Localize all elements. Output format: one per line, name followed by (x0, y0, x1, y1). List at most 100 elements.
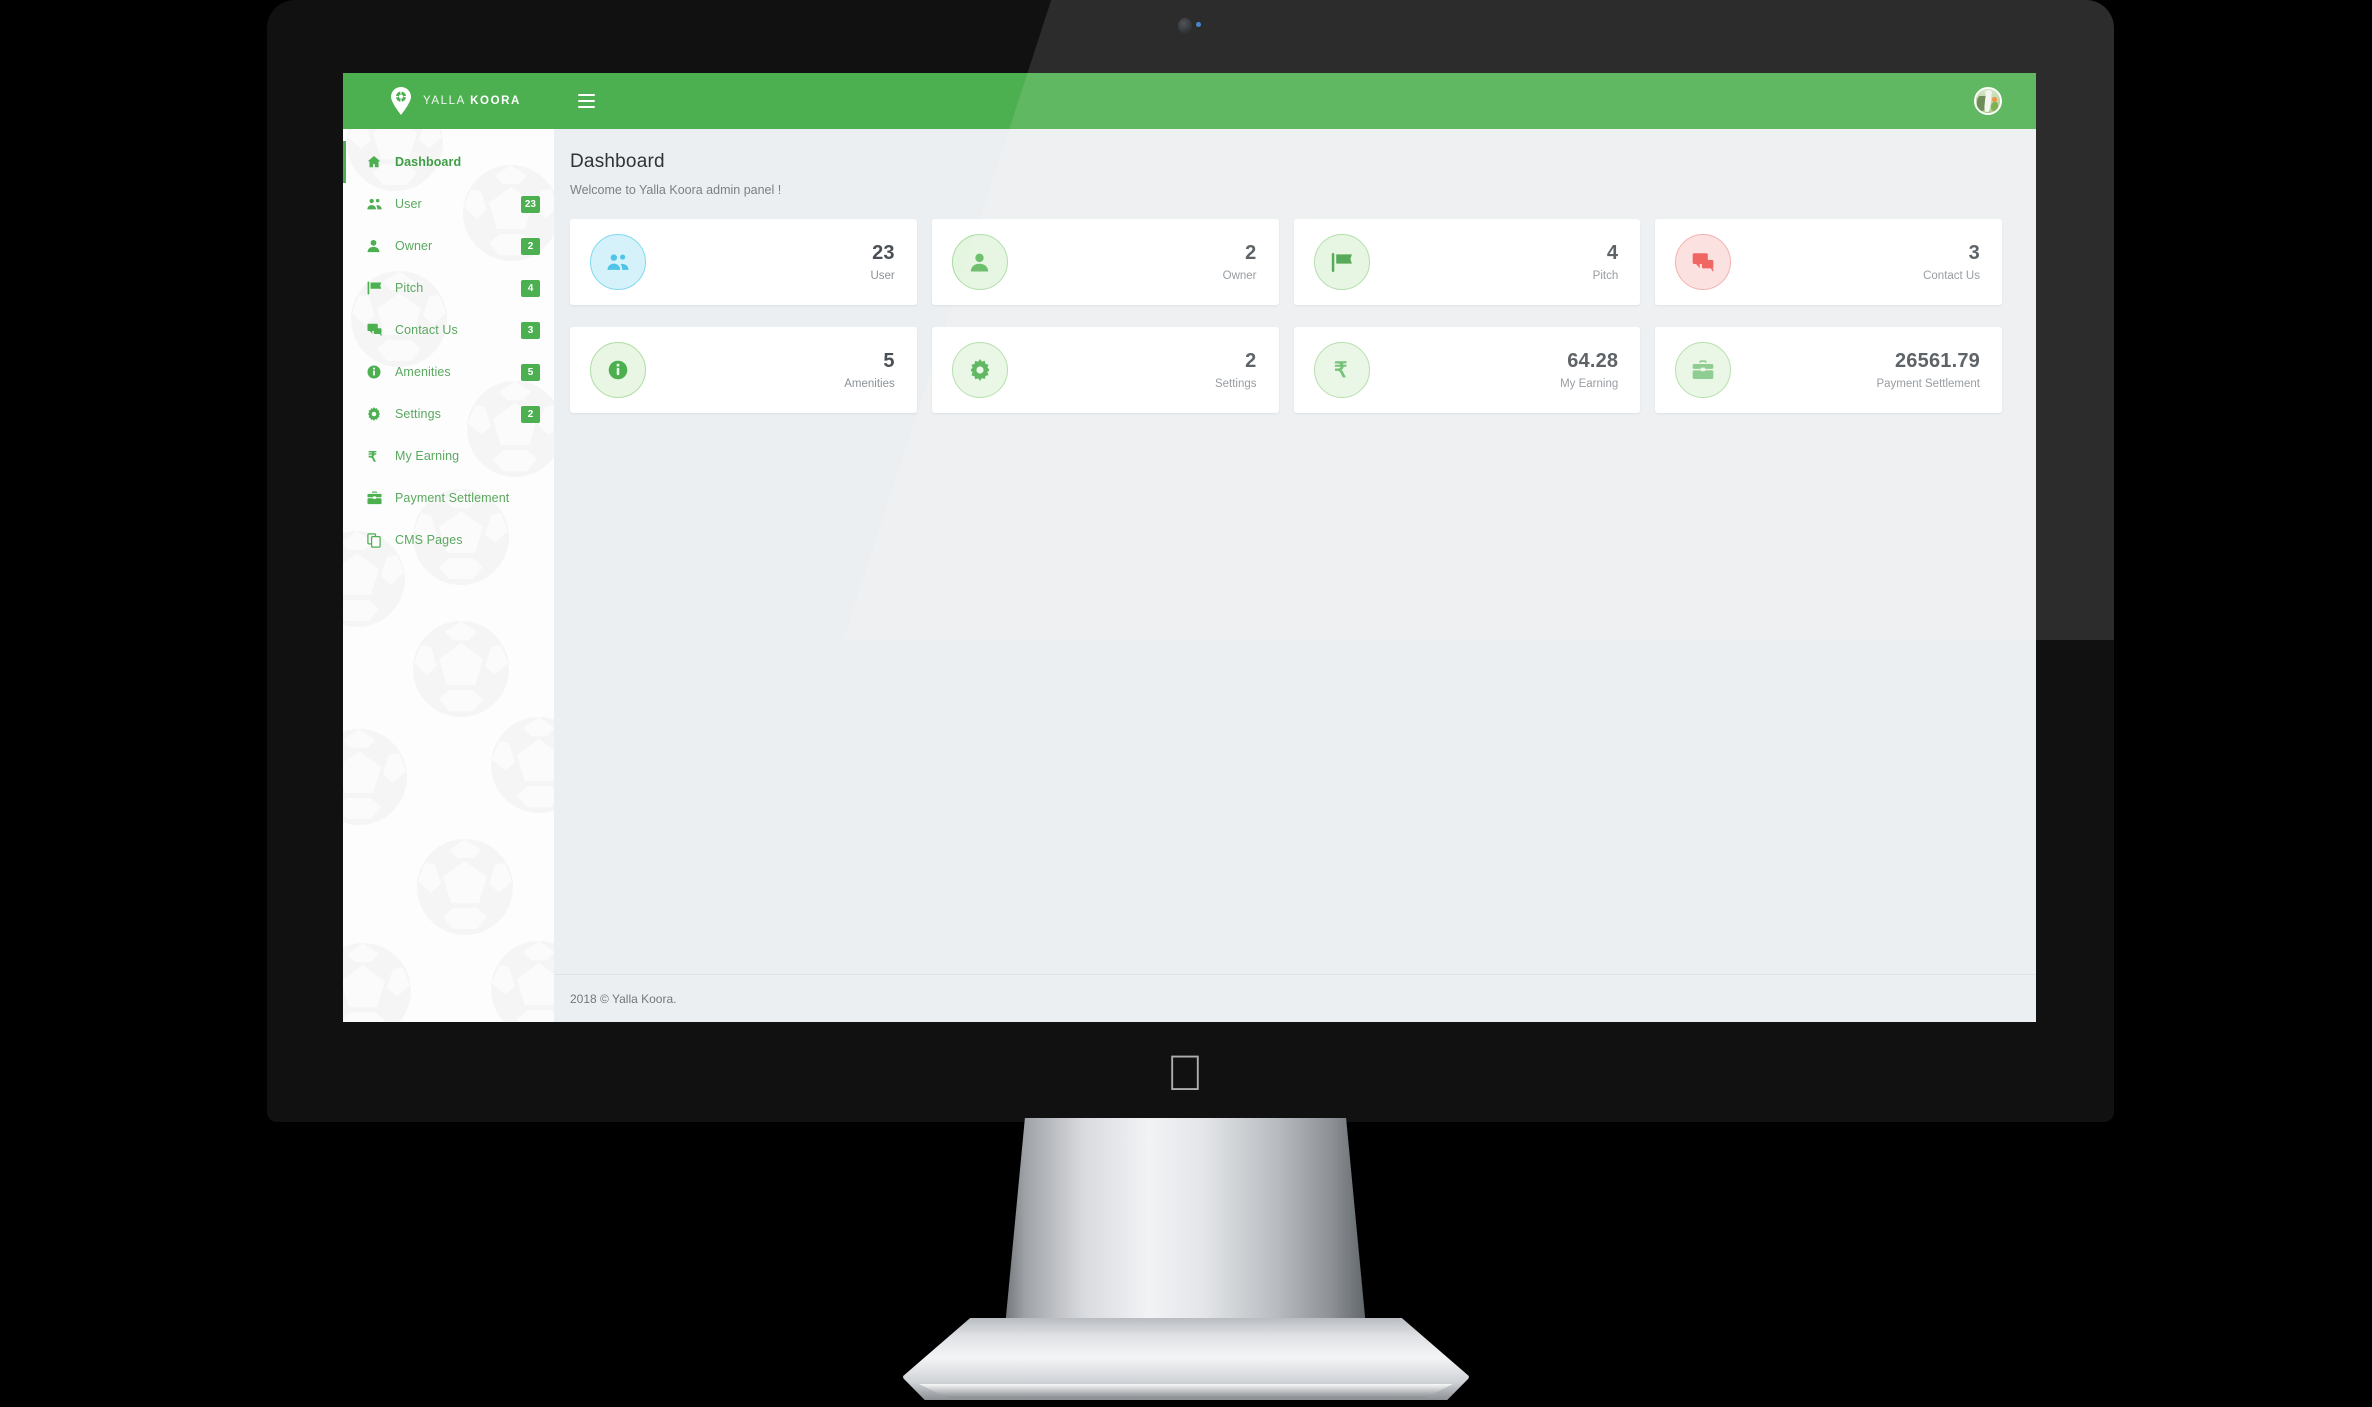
pages-icon (367, 532, 389, 548)
stat-card-contact-us[interactable]: 3 Contact Us (1655, 219, 2002, 305)
main-content: Dashboard Welcome to Yalla Koora admin p… (554, 129, 2036, 1022)
card-icon-circle (590, 342, 646, 398)
sidebar-item-label: Pitch (395, 281, 424, 295)
page-title: Dashboard (570, 151, 665, 172)
card-value: 23 (872, 242, 895, 264)
stat-cards-row-2: 5 Amenities 2 Settings ₹ 64.28 My Earnin… (570, 327, 2002, 413)
card-label: Amenities (844, 378, 895, 390)
card-label: Owner (1222, 270, 1257, 282)
avatar-head (1984, 89, 1992, 97)
card-label: Contact Us (1923, 270, 1980, 282)
sidebar-item-label: My Earning (395, 449, 460, 463)
stat-card-user[interactable]: 23 User (570, 219, 917, 305)
monitor-stand-neck (1003, 1118, 1368, 1348)
body-wrapper: Dashboard User 23 Owner 2 Pitch 4 Contac… (343, 129, 2036, 1022)
chat-icon (1692, 252, 1714, 273)
card-text: 26561.79 Payment Settlement (1731, 350, 1980, 390)
stat-card-amenities[interactable]: 5 Amenities (570, 327, 917, 413)
screenshot-scene: YALLA KOORA Dashboard User 23 Owner 2 Pi… (0, 0, 2372, 1407)
stat-card-settings[interactable]: 2 Settings (931, 327, 1279, 413)
card-value: 26561.79 (1894, 350, 1980, 372)
sidebar-badge: 2 (521, 405, 540, 423)
rupee-icon: ₹ (1332, 358, 1352, 382)
chat-icon (367, 323, 389, 337)
card-icon-circle (951, 342, 1008, 398)
sidebar-item-settings[interactable]: Settings 2 (343, 393, 554, 435)
card-text: 5 Amenities (646, 350, 895, 390)
briefcase-icon (1692, 360, 1714, 380)
sidebar-badge: 5 (521, 363, 540, 381)
webcam-icon (1178, 18, 1192, 34)
hamburger-bar (578, 106, 595, 108)
sidebar-item-dashboard[interactable]: Dashboard (343, 141, 554, 183)
rupee-icon: ₹ (367, 449, 389, 464)
brand-name: YALLA KOORA (423, 95, 521, 107)
sidebar-item-user[interactable]: User 23 (343, 183, 554, 225)
card-icon-circle (1313, 234, 1370, 290)
sidebar-badge: 4 (521, 279, 540, 297)
footer-copyright: 2018 © Yalla Koora. (570, 991, 677, 1006)
stat-card-owner[interactable]: 2 Owner (931, 219, 1279, 305)
hamburger-icon[interactable] (578, 88, 604, 114)
sidebar-badge: 2 (521, 237, 540, 255)
footer: 2018 © Yalla Koora. (554, 974, 2036, 1022)
svg-text:₹: ₹ (1334, 359, 1347, 382)
main-inner: Dashboard Welcome to Yalla Koora admin p… (554, 129, 2036, 974)
topbar: YALLA KOORA (343, 73, 2036, 129)
card-label: Pitch (1592, 270, 1619, 282)
avatar[interactable] (1974, 87, 2002, 115)
card-text: 2 Settings (1008, 350, 1257, 390)
stat-card-pitch[interactable]: 4 Pitch (1293, 219, 1641, 305)
sidebar-item-contact-us[interactable]: Contact Us 3 (343, 309, 554, 351)
brand-logo[interactable]: YALLA KOORA (343, 73, 554, 129)
hamburger-bar (578, 100, 595, 102)
sidebar-item-my-earning[interactable]: ₹ My Earning (343, 435, 554, 477)
webcam-led-icon (1196, 22, 1201, 27)
sidebar-item-payment-settlement[interactable]: Payment Settlement (343, 477, 554, 519)
sidebar-item-label: Amenities (395, 365, 451, 379)
info-icon (367, 365, 389, 379)
users-icon (367, 197, 389, 211)
sidebar-item-pitch[interactable]: Pitch 4 (343, 267, 554, 309)
person-icon (970, 253, 989, 272)
stat-card-payment-settlement[interactable]: 26561.79 Payment Settlement (1655, 327, 2002, 413)
card-text: 23 User (646, 242, 895, 282)
stat-cards-row-1: 23 User 2 Owner 4 Pitch 3 Contact Us (570, 219, 2002, 305)
sidebar-item-owner[interactable]: Owner 2 (343, 225, 554, 267)
home-icon (367, 155, 389, 169)
avatar-bush (1990, 102, 1999, 111)
info-icon (608, 360, 628, 380)
svg-text:₹: ₹ (368, 449, 377, 464)
sidebar-item-label: Contact Us (395, 323, 458, 337)
brand-name-light: YALLA (423, 95, 466, 107)
sidebar: Dashboard User 23 Owner 2 Pitch 4 Contac… (343, 129, 554, 1022)
card-text: 4 Pitch (1370, 242, 1619, 282)
sidebar-item-label: Settings (395, 407, 441, 421)
card-label: Settings (1214, 378, 1257, 390)
card-value: 5 (883, 350, 895, 372)
card-icon-circle: ₹ (1313, 342, 1370, 398)
monitor-stand-foot-edge (919, 1384, 1453, 1398)
briefcase-icon (367, 491, 389, 505)
card-value: 64.28 (1567, 350, 1619, 372)
card-label: User (870, 270, 895, 282)
sidebar-item-label: User (395, 197, 422, 211)
hamburger-bar (578, 94, 595, 96)
card-label: Payment Settlement (1876, 378, 1980, 390)
apple-logo-icon:  (1163, 1048, 1207, 1100)
sidebar-item-label: Dashboard (395, 155, 462, 169)
card-text: 3 Contact Us (1731, 242, 1980, 282)
gear-icon (969, 359, 991, 381)
sidebar-badge: 3 (521, 321, 540, 339)
sidebar-item-label: CMS Pages (395, 533, 463, 547)
card-label: My Earning (1560, 378, 1619, 390)
flag-icon (367, 281, 389, 295)
card-value: 2 (1245, 350, 1257, 372)
sidebar-item-label: Owner (395, 239, 433, 253)
card-text: 2 Owner (1008, 242, 1257, 282)
sidebar-item-cms-pages[interactable]: CMS Pages (343, 519, 554, 561)
stat-card-my-earning[interactable]: ₹ 64.28 My Earning (1293, 327, 1641, 413)
sidebar-item-amenities[interactable]: Amenities 5 (343, 351, 554, 393)
users-icon (607, 253, 629, 271)
map-pin-soccer-icon (391, 87, 411, 115)
